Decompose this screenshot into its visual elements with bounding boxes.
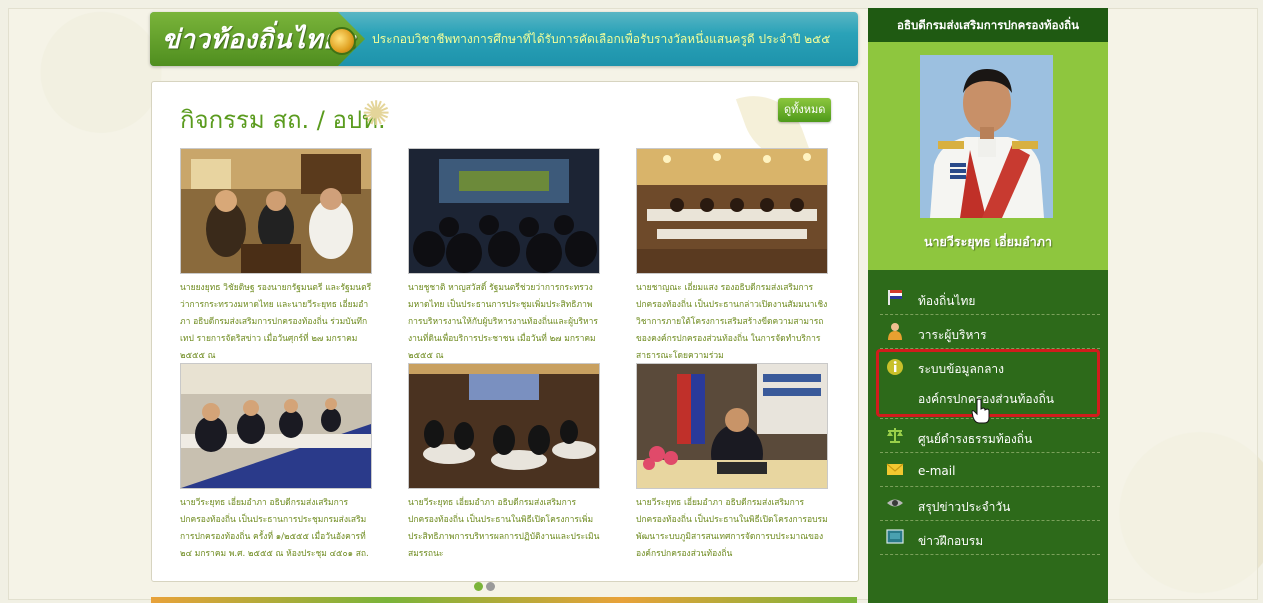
eye-icon <box>887 499 903 507</box>
sidebar-item-daily-news[interactable]: สรุปข่าวประจำวัน <box>880 488 1100 521</box>
news-item[interactable]: นายวีระยุทธ เอี่ยมอำภา อธิบดีกรมส่งเสริม… <box>408 363 600 581</box>
flag-icon <box>888 290 902 305</box>
news-thumbnail[interactable] <box>636 148 828 274</box>
sidebar-item-justice-center[interactable]: ศูนย์ดำรงธรรมท้องถิ่น <box>880 420 1100 453</box>
pager-dot-1[interactable] <box>474 582 483 591</box>
director-box: นายวีระยุทธ เอี่ยมอำภา <box>868 42 1108 270</box>
envelope-icon <box>886 463 904 475</box>
news-thumbnail[interactable] <box>636 363 828 489</box>
sidebar-item-local-thai[interactable]: ท้องถิ่นไทย <box>880 282 1100 315</box>
news-thumbnail[interactable] <box>408 363 600 489</box>
sidebar-item-label[interactable]: ข่าวฝึกอบรม <box>918 532 983 551</box>
panel-title: กิจกรรม สถ. / อปท. <box>180 106 386 134</box>
news-caption[interactable]: นายวีระยุทธ เอี่ยมอำภา อธิบดีกรมส่งเสริม… <box>180 495 372 581</box>
news-item[interactable]: นายชูชาติ หาญสวัสดิ์ รัฐมนตรีช่วยว่าการก… <box>408 148 600 366</box>
sidebar-item-label[interactable]: e-mail <box>918 464 955 478</box>
news-ticker-text[interactable]: ประกอบวิชาชีพทางการศึกษาที่ได้รับการคัดเ… <box>372 30 830 49</box>
news-item[interactable]: นายยงยุทธ วิชัยดิษฐ รองนายกรัฐมนตรี และร… <box>180 148 372 366</box>
flower-icon: ✺ <box>362 94 391 134</box>
news-thumbnail[interactable] <box>180 363 372 489</box>
news-ticker[interactable]: ประกอบวิชาชีพทางการศึกษาที่ได้รับการคัดเ… <box>372 12 854 66</box>
news-thumbnail[interactable] <box>180 148 372 274</box>
sidebar-item-label[interactable]: ศูนย์ดำรงธรรมท้องถิ่น <box>918 430 1032 449</box>
news-thumbnail[interactable] <box>408 148 600 274</box>
board-icon <box>886 529 904 544</box>
globe-icon <box>328 27 356 55</box>
news-caption[interactable]: นายวีระยุทธ เอี่ยมอำภา อธิบดีกรมส่งเสริม… <box>636 495 828 581</box>
sidebar-item-label[interactable]: สรุปข่าวประจำวัน <box>918 498 1010 517</box>
news-caption[interactable]: นายชาญณะ เอี่ยมแสง รองอธิบดีกรมส่งเสริมก… <box>636 280 828 366</box>
sidebar-item-training-news[interactable]: ข่าวฝึกอบรม <box>880 522 1100 555</box>
pager-dot-2[interactable] <box>486 582 495 591</box>
see-all-button[interactable]: ดูทั้งหมด <box>778 98 832 122</box>
sidebar-item-executive-agenda[interactable]: วาระผู้บริหาร <box>880 316 1100 349</box>
news-item[interactable]: นายชาญณะ เอี่ยมแสง รองอธิบดีกรมส่งเสริมก… <box>636 148 828 366</box>
hand-cursor-icon <box>971 398 990 424</box>
carousel-pager <box>474 582 495 591</box>
news-caption[interactable]: นายวีระยุทธ เอี่ยมอำภา อธิบดีกรมส่งเสริม… <box>408 495 600 581</box>
activities-panel: กิจกรรม สถ. / อปท. ✺ ดูทั้งหมด นายยงยุทธ… <box>151 81 859 591</box>
sidebar-header: อธิบดีกรมส่งเสริมการปกครองท้องถิ่น <box>868 8 1108 43</box>
news-caption[interactable]: นายชูชาติ หาญสวัสดิ์ รัฐมนตรีช่วยว่าการก… <box>408 280 600 366</box>
news-caption[interactable]: นายยงยุทธ วิชัยดิษฐ รองนายกรัฐมนตรี และร… <box>180 280 372 366</box>
sidebar-item-label[interactable]: ท้องถิ่นไทย <box>918 292 975 311</box>
director-photo <box>920 55 1053 218</box>
sidebar-item-label[interactable]: วาระผู้บริหาร <box>918 326 987 345</box>
news-item[interactable]: นายวีระยุทธ เอี่ยมอำภา อธิบดีกรมส่งเสริม… <box>636 363 828 581</box>
person-icon <box>888 323 902 340</box>
news-item[interactable]: นายวีระยุทธ เอี่ยมอำภา อธิบดีกรมส่งเสริม… <box>180 363 372 581</box>
director-name: นายวีระยุทธ เอี่ยมอำภา <box>923 234 1052 249</box>
sidebar: อธิบดีกรมส่งเสริมการปกครองท้องถิ่น นายวี… <box>868 8 1108 603</box>
sidebar-item-email[interactable]: e-mail <box>880 454 1100 487</box>
scales-icon <box>887 428 903 443</box>
bottom-decoration-bar <box>151 597 857 603</box>
local-news-banner[interactable]: ข่าวท้องถิ่นไทย : ประกอบวิชาชีพทางการศึก… <box>150 12 858 66</box>
